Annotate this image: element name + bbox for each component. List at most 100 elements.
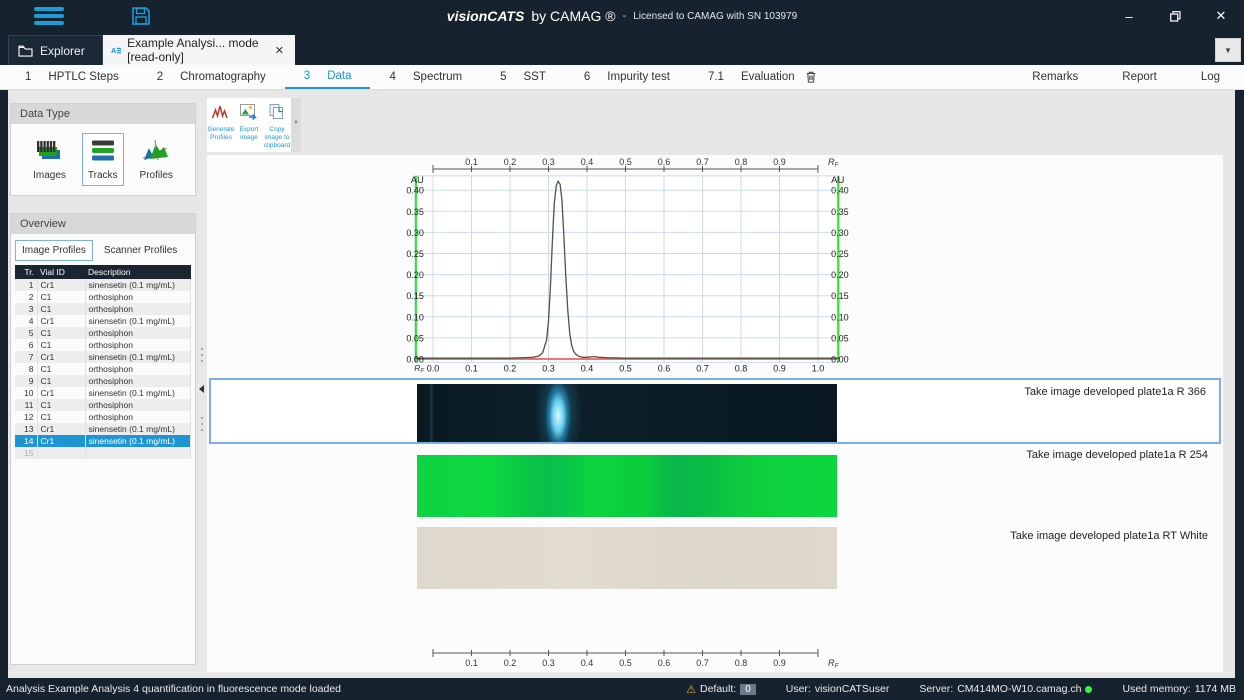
step-tab-evaluation[interactable]: 7.1Evaluation: [689, 65, 835, 89]
tab-explorer-label: Explorer: [40, 44, 85, 58]
track-row[interactable]: 15: [15, 447, 191, 459]
track-row[interactable]: 8C1orthosiphon: [15, 363, 191, 375]
track-row[interactable]: 11C1orthosiphon: [15, 399, 191, 411]
copy-image-to-clipboard-button[interactable]: Copy image to clipboard: [263, 98, 291, 152]
description: orthosiphon: [85, 411, 191, 423]
description: orthosiphon: [85, 291, 191, 303]
description: [85, 447, 191, 459]
step-tab-spectrum[interactable]: 4Spectrum: [370, 65, 481, 89]
export-image-button[interactable]: Export image: [235, 98, 263, 152]
memory-value: 1174 MB: [1195, 683, 1236, 695]
delete-step-icon[interactable]: [806, 71, 816, 83]
generate-profiles-button[interactable]: Generate Profiles: [207, 98, 235, 152]
sidebar-splitter[interactable]: [198, 155, 207, 672]
step-label: Spectrum: [413, 71, 462, 83]
column-header[interactable]: Description: [85, 265, 191, 279]
generate-profiles-icon: [211, 103, 231, 124]
ruler-tick-label: 0.3: [542, 157, 555, 167]
default-count-badge: 0: [740, 684, 756, 695]
ruler-tick-label: 0.5: [619, 157, 632, 167]
tab-scanner-profiles[interactable]: Scanner Profiles: [97, 240, 184, 261]
server-value: CM414MO-W10.camag.ch: [957, 683, 1081, 695]
track-row[interactable]: 1Cr1sinensetin (0.1 mg/mL): [15, 279, 191, 291]
track-number: 5: [15, 327, 37, 339]
step-tab-hptlc-steps[interactable]: 1HPTLC Steps: [6, 65, 138, 89]
y-tick-label: 0.30: [406, 228, 424, 238]
ruler-tick-label: 0.6: [658, 658, 671, 668]
data-type-panel: Data Type ImagesTracksProfiles: [10, 103, 196, 196]
track-row[interactable]: 6C1orthosiphon: [15, 339, 191, 351]
image-row-img-254[interactable]: Take image developed plate1a R 254: [209, 447, 1221, 517]
description: sinensetin (0.1 mg/mL): [85, 315, 191, 327]
close-button[interactable]: ✕: [1198, 0, 1244, 32]
column-header[interactable]: Vial ID: [37, 265, 85, 279]
step-tab-chromatography[interactable]: 2Chromatography: [138, 65, 285, 89]
nav-link-report[interactable]: Report: [1122, 71, 1157, 83]
default-label: Default:: [700, 683, 736, 695]
y-axis-unit: AU: [411, 175, 424, 186]
tracks-icon: [89, 138, 117, 167]
vial-id: C1: [37, 411, 85, 423]
data-type-images[interactable]: Images: [27, 133, 72, 186]
image-row-img-white[interactable]: Take image developed plate1a RT White: [209, 521, 1221, 593]
step-tab-sst[interactable]: 5SST: [481, 65, 565, 89]
user-label: User:: [786, 683, 811, 695]
tab-image-profiles[interactable]: Image Profiles: [15, 240, 93, 261]
splitter-grip[interactable]: [201, 348, 203, 362]
track-row[interactable]: 5C1orthosiphon: [15, 327, 191, 339]
tracks-table: Tr.Vial IDDescription1Cr1sinensetin (0.1…: [15, 265, 191, 459]
track-number: 11: [15, 399, 37, 411]
step-tab-impurity-test[interactable]: 6Impurity test: [565, 65, 689, 89]
track-row[interactable]: 13Cr1sinensetin (0.1 mg/mL): [15, 423, 191, 435]
track-row[interactable]: 12C1orthosiphon: [15, 411, 191, 423]
warning-icon: ⚠: [686, 683, 696, 696]
plate-image-img-366[interactable]: [417, 384, 837, 442]
track-row[interactable]: 9C1orthosiphon: [15, 375, 191, 387]
ruler-tick-label: 0.3: [542, 658, 555, 668]
description: sinensetin (0.1 mg/mL): [85, 435, 191, 447]
server-online-icon: [1085, 686, 1092, 693]
description: sinensetin (0.1 mg/mL): [85, 387, 191, 399]
track-row[interactable]: 10Cr1sinensetin (0.1 mg/mL): [15, 387, 191, 399]
plate-image-img-white[interactable]: [417, 527, 837, 589]
minimize-button[interactable]: –: [1106, 0, 1152, 32]
step-links: Remarks Report Log: [1032, 65, 1244, 89]
track-row[interactable]: 14Cr1sinensetin (0.1 mg/mL): [15, 435, 191, 447]
step-number: 3: [304, 70, 310, 82]
image-row-img-366[interactable]: Take image developed plate1a R 366: [209, 378, 1221, 444]
y-tick-label: 0.30: [831, 228, 849, 238]
data-type-profiles[interactable]: Profiles: [134, 133, 179, 186]
step-navigation: 1HPTLC Steps2Chromatography3Data4Spectru…: [0, 65, 1244, 90]
data-type-label: Tracks: [88, 170, 118, 181]
ruler-tick-label: 0.9: [773, 658, 786, 668]
restore-button[interactable]: [1152, 0, 1198, 32]
tab-explorer[interactable]: Explorer: [8, 35, 103, 65]
toolbar-overflow-button[interactable]: ▼: [291, 98, 301, 152]
description: sinensetin (0.1 mg/mL): [85, 423, 191, 435]
tabbar-dropdown-button[interactable]: ▼: [1215, 38, 1241, 62]
plate-image-img-254[interactable]: [417, 455, 837, 517]
ruler-tick-label: 0.2: [504, 157, 517, 167]
default-queue-status[interactable]: ⚠ Default: 0: [686, 683, 756, 696]
data-type-tracks[interactable]: Tracks: [82, 133, 124, 186]
tab-document[interactable]: A Example Analysi... mode [read-only] ✕: [103, 35, 295, 65]
nav-link-remarks[interactable]: Remarks: [1032, 71, 1078, 83]
track-number: 15: [15, 447, 37, 459]
splitter-grip[interactable]: [201, 417, 203, 431]
track-row[interactable]: 2C1orthosiphon: [15, 291, 191, 303]
tab-document-label: Example Analysi... mode [read-only]: [127, 36, 266, 64]
nav-link-log[interactable]: Log: [1201, 71, 1220, 83]
step-tab-data[interactable]: 3Data: [285, 65, 371, 89]
track-row[interactable]: 3C1orthosiphon: [15, 303, 191, 315]
y-tick-label: 0.20: [406, 270, 424, 280]
rf-ruler-bottom: 0.10.20.30.40.50.60.70.80.9RF: [207, 643, 1223, 673]
tab-close-icon[interactable]: ✕: [272, 42, 287, 59]
description: sinensetin (0.1 mg/mL): [85, 351, 191, 363]
track-row[interactable]: 4Cr1sinensetin (0.1 mg/mL): [15, 315, 191, 327]
column-header[interactable]: Tr.: [15, 265, 37, 279]
collapse-sidebar-icon[interactable]: [199, 385, 204, 393]
track-row[interactable]: 7Cr1sinensetin (0.1 mg/mL): [15, 351, 191, 363]
y-tick-label: 0.15: [831, 291, 849, 301]
ruler-tick-label: 0.5: [619, 658, 632, 668]
overview-tabs: Image ProfilesScanner Profiles: [11, 234, 195, 265]
